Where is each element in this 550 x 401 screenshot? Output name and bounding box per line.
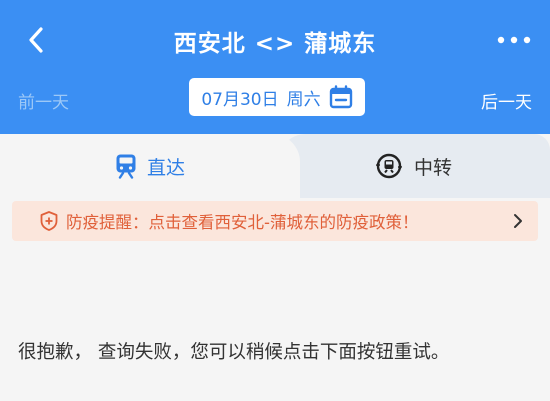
tab-transfer-label: 中转	[413, 156, 452, 179]
page-title: 西安北 <> 蒲城东	[173, 31, 377, 57]
tab-direct[interactable]: 直达	[0, 134, 300, 198]
epidemic-notice-banner[interactable]: 防疫提醒：点击查看西安北-蒲城东的防疫政策！	[12, 201, 538, 241]
tab-transfer[interactable]: 中转	[278, 134, 550, 198]
shield-plus-icon	[40, 211, 58, 231]
prev-day-button[interactable]: 前一天	[18, 88, 69, 113]
calendar-icon	[329, 85, 352, 109]
date-text: 07月30日	[201, 89, 279, 110]
date-picker[interactable]: 07月30日 周六	[189, 78, 365, 116]
next-day-button[interactable]: 后一天	[481, 88, 532, 113]
transfer-icon	[375, 153, 402, 179]
weekday-text: 周六	[286, 89, 321, 110]
notice-text: 防疫提醒：点击查看西安北-蒲城东的防疫政策！	[66, 213, 419, 232]
back-chevron-icon	[29, 27, 43, 53]
more-dots-icon	[497, 36, 531, 44]
chevron-right-icon	[514, 214, 522, 228]
back-button[interactable]	[18, 22, 54, 58]
more-button[interactable]	[494, 26, 534, 54]
tab-direct-label: 直达	[146, 156, 185, 179]
error-message: 很抱歉， 查询失败，您可以稍候点击下面按钮重试。	[18, 342, 450, 363]
train-icon	[116, 154, 136, 179]
